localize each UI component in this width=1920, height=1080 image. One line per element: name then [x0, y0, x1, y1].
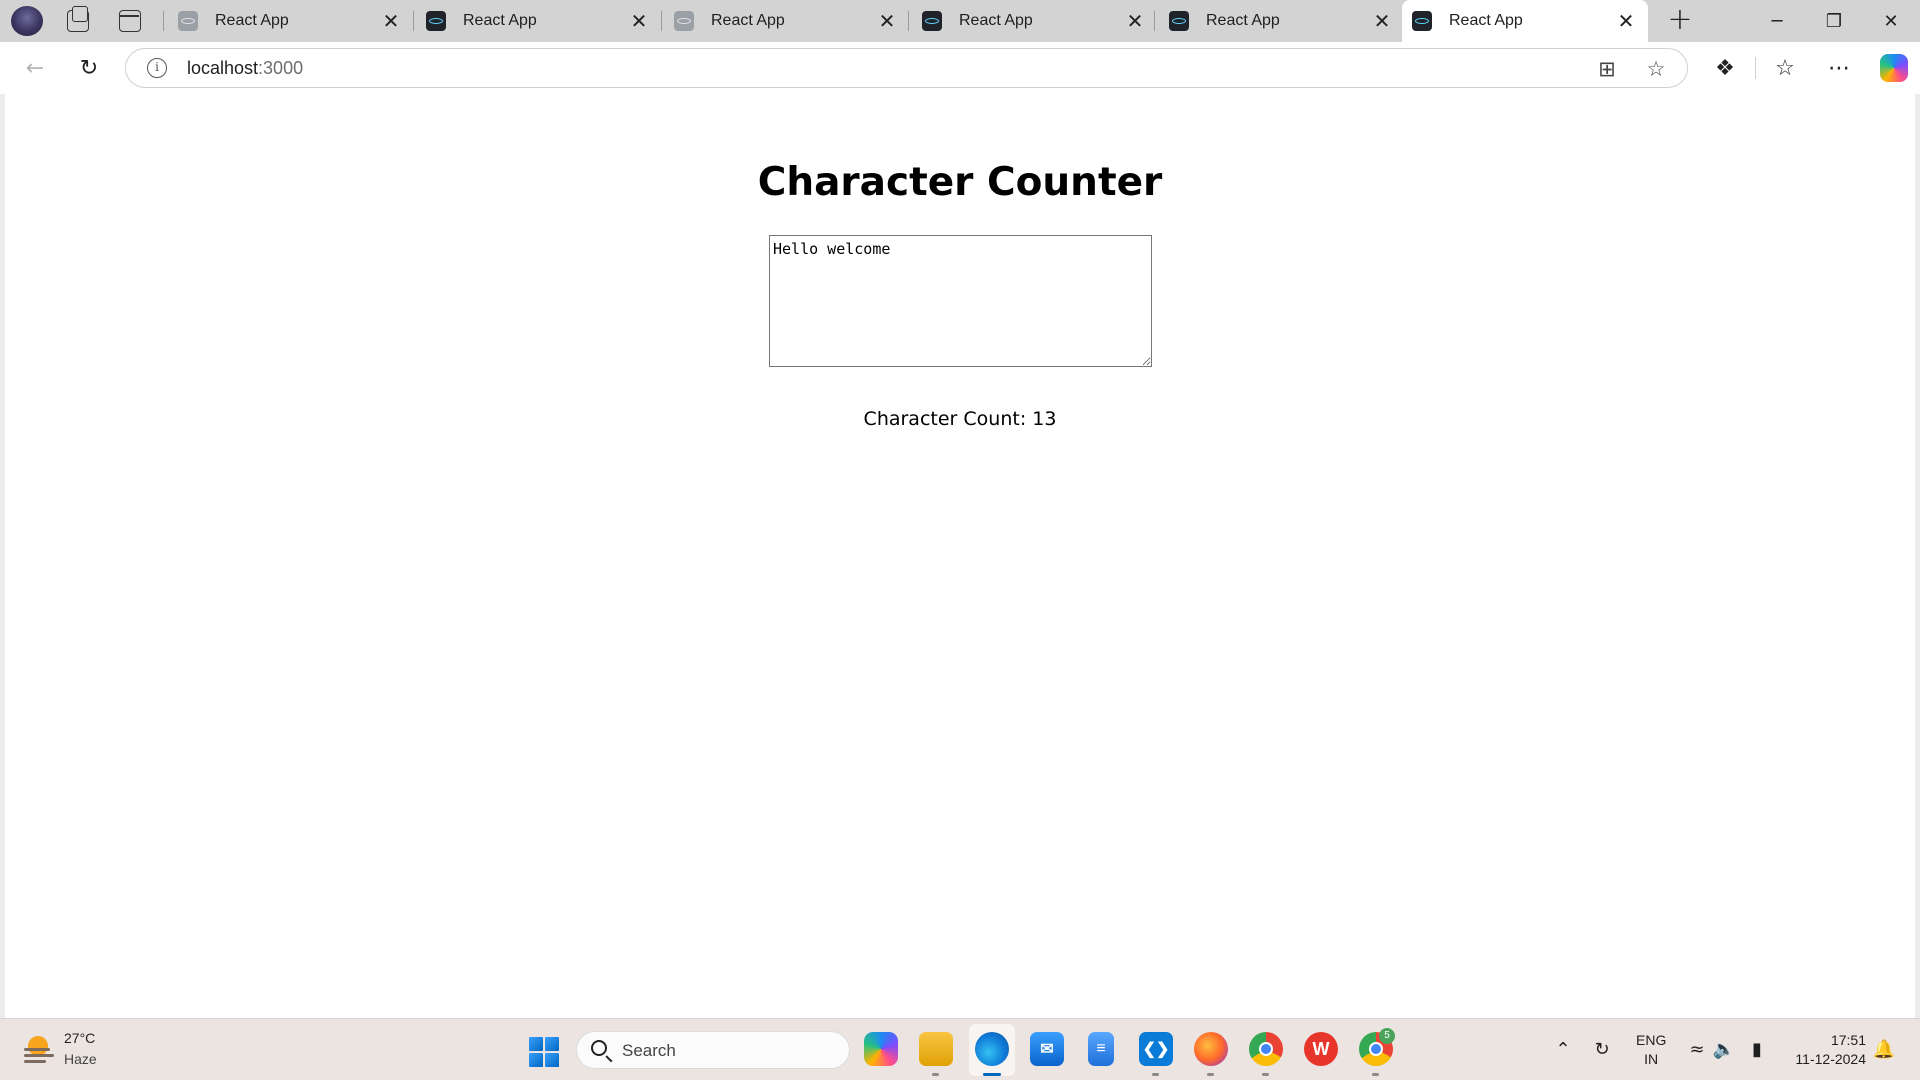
- tab-close-icon[interactable]: ✕: [1123, 9, 1147, 33]
- wps-office-icon[interactable]: W: [1304, 1032, 1338, 1066]
- tab-react-app-active[interactable]: React App ✕: [1402, 0, 1648, 42]
- favorites-icon[interactable]: ☆: [1769, 52, 1801, 84]
- tab-title: React App: [959, 12, 1033, 29]
- vertical-tabs-icon[interactable]: [119, 10, 141, 32]
- wifi-icon[interactable]: ≈: [1685, 1037, 1709, 1061]
- search-icon: [591, 1040, 607, 1056]
- notification-badge: 5: [1379, 1028, 1395, 1044]
- tab-title: React App: [1206, 12, 1280, 29]
- weather-haze-icon[interactable]: [24, 1034, 54, 1064]
- notification-bell-icon[interactable]: 🔔: [1872, 1037, 1896, 1061]
- notepad-icon[interactable]: ≡: [1088, 1032, 1114, 1066]
- new-tab-button[interactable]: +: [1665, 5, 1695, 36]
- firefox-icon[interactable]: [1194, 1032, 1228, 1066]
- react-favicon-icon: [178, 11, 198, 31]
- search-label: Search: [622, 1041, 676, 1060]
- tab-title: React App: [215, 12, 289, 29]
- extensions-icon[interactable]: ❖: [1709, 52, 1741, 84]
- running-indicator-active: [983, 1073, 1001, 1076]
- system-clock[interactable]: 17:51 11-12-2024: [1778, 1031, 1866, 1069]
- tab-separator: [1154, 11, 1155, 31]
- close-window-button[interactable]: ✕: [1862, 0, 1920, 42]
- url-text[interactable]: localhost:3000: [187, 58, 303, 79]
- page-title: Character Counter: [757, 160, 1163, 205]
- more-menu-icon[interactable]: ⋯: [1823, 52, 1855, 84]
- copilot-app-icon[interactable]: [864, 1032, 898, 1066]
- vscode-icon[interactable]: ❮❯: [1139, 1032, 1173, 1066]
- tab-strip: React App ✕ React App ✕ React App ✕ Reac…: [0, 0, 1920, 42]
- tab-title: React App: [463, 12, 537, 29]
- react-favicon-icon: [1169, 11, 1189, 31]
- tab-react-app-2[interactable]: React App ✕: [416, 0, 661, 42]
- address-bar[interactable]: i localhost:3000 ⊞ ☆: [125, 48, 1688, 88]
- app-available-icon[interactable]: ⊞: [1593, 55, 1621, 83]
- favorite-star-icon[interactable]: ☆: [1642, 55, 1670, 83]
- tab-close-icon[interactable]: ✕: [627, 9, 651, 33]
- tab-react-app-3[interactable]: React App ✕: [664, 0, 909, 42]
- clock-date: 11-12-2024: [1795, 1051, 1866, 1067]
- clock-time: 17:51: [1830, 1032, 1866, 1048]
- running-indicator: [1152, 1073, 1159, 1076]
- react-favicon-icon: [674, 11, 694, 31]
- browser-toolbar: ← ↻ i localhost:3000 ⊞ ☆ ❖ ☆ ⋯: [0, 42, 1920, 94]
- sync-alert-icon[interactable]: ↻: [1590, 1037, 1614, 1061]
- mail-icon[interactable]: ✉: [1030, 1032, 1064, 1066]
- weather-description[interactable]: Haze: [64, 1051, 97, 1067]
- character-count-label: Character Count: 13: [863, 408, 1057, 430]
- tab-title: React App: [711, 12, 785, 29]
- react-favicon-icon: [426, 11, 446, 31]
- url-port: :3000: [258, 58, 304, 78]
- text-input-area[interactable]: [769, 235, 1152, 367]
- tab-separator: [413, 11, 414, 31]
- taskbar: 27°C Haze Search ✉ ≡ ❮❯ W 5 ⌃ ↻ ENG IN ≈…: [0, 1018, 1920, 1080]
- tab-separator: [661, 11, 662, 31]
- tab-react-app-4[interactable]: React App ✕: [912, 0, 1157, 42]
- tab-react-app-5[interactable]: React App ✕: [1159, 0, 1404, 42]
- chrome-icon[interactable]: [1249, 1032, 1283, 1066]
- tab-title: React App: [1449, 12, 1523, 29]
- weather-temperature[interactable]: 27°C: [64, 1030, 95, 1046]
- url-host: localhost: [187, 58, 259, 78]
- profile-avatar[interactable]: [11, 6, 43, 36]
- language-indicator[interactable]: ENG IN: [1636, 1031, 1666, 1069]
- edge-browser-icon[interactable]: [975, 1032, 1009, 1066]
- copilot-icon[interactable]: [1880, 54, 1908, 82]
- tab-close-icon[interactable]: ✕: [1614, 9, 1638, 33]
- restore-button[interactable]: ❐: [1805, 0, 1863, 42]
- running-indicator: [932, 1073, 939, 1076]
- tab-close-icon[interactable]: ✕: [875, 9, 899, 33]
- tab-close-icon[interactable]: ✕: [1370, 9, 1394, 33]
- minimize-button[interactable]: ─: [1748, 0, 1806, 42]
- toolbar-divider: [1755, 57, 1756, 79]
- react-favicon-icon: [1412, 11, 1432, 31]
- react-favicon-icon: [922, 11, 942, 31]
- running-indicator: [1262, 1073, 1269, 1076]
- running-indicator: [1372, 1073, 1379, 1076]
- region-code: IN: [1644, 1051, 1659, 1067]
- chevron-up-icon[interactable]: ⌃: [1551, 1037, 1575, 1061]
- site-info-icon[interactable]: i: [147, 58, 167, 78]
- tab-react-app-1[interactable]: React App ✕: [168, 0, 413, 42]
- language-code: ENG: [1636, 1032, 1667, 1048]
- taskbar-search-box[interactable]: Search: [576, 1031, 850, 1069]
- refresh-icon[interactable]: ↻: [73, 52, 105, 84]
- tab-close-icon[interactable]: ✕: [379, 9, 403, 33]
- running-indicator: [1207, 1073, 1214, 1076]
- tab-separator: [908, 11, 909, 31]
- windows-start-icon[interactable]: [529, 1037, 559, 1067]
- workspaces-icon[interactable]: [67, 6, 89, 32]
- tab-separator: [163, 11, 164, 31]
- file-explorer-icon[interactable]: [919, 1032, 953, 1066]
- back-arrow-icon[interactable]: ←: [19, 52, 51, 84]
- volume-icon[interactable]: 🔈: [1712, 1037, 1736, 1061]
- page-viewport: Character Counter Character Count: 13: [5, 94, 1915, 1018]
- battery-icon[interactable]: ▮: [1745, 1037, 1769, 1061]
